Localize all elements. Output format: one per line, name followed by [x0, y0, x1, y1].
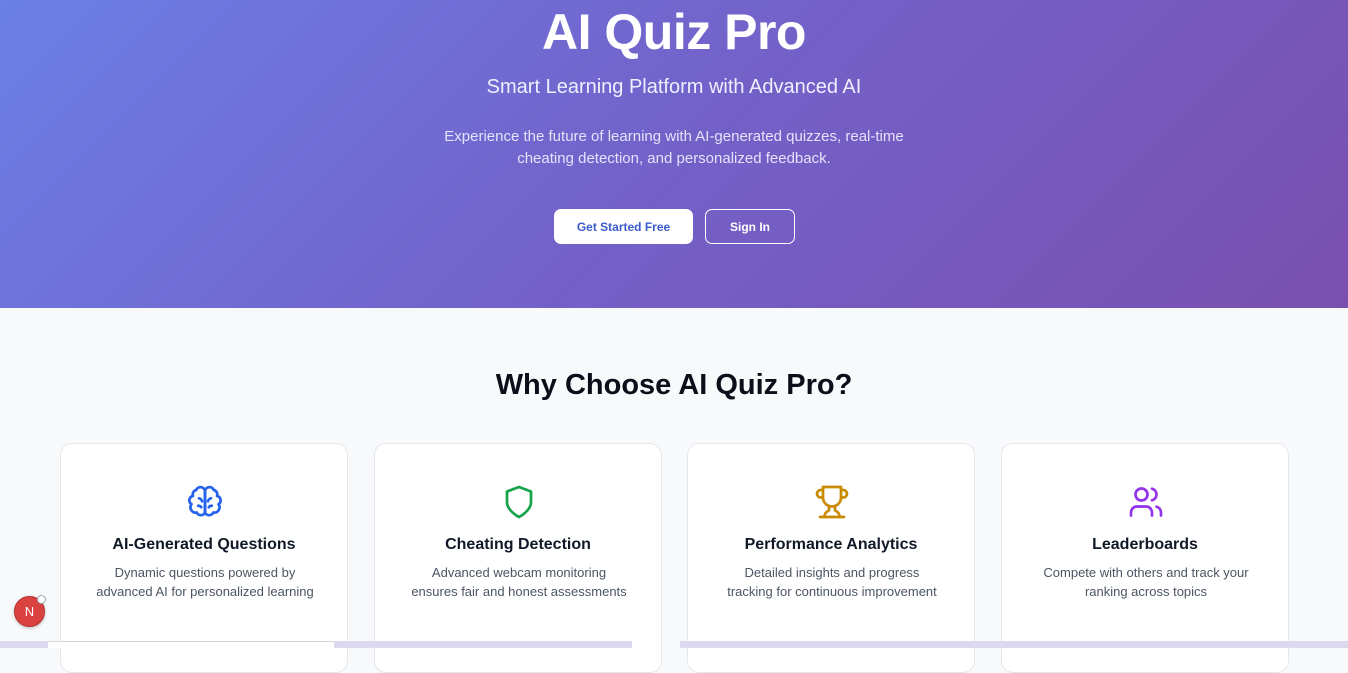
feature-card-description: Detailed insights and progress tracking … — [727, 565, 937, 599]
hero-description: Experience the future of learning with A… — [444, 128, 904, 167]
feature-card-cheating-detection: Cheating Detection Advanced webcam monit… — [374, 443, 662, 673]
feature-card-description: Advanced webcam monitoring ensures fair … — [411, 565, 627, 599]
bottom-strip-segment — [680, 641, 1348, 648]
notification-dot — [37, 595, 46, 604]
feature-card-description: Dynamic questions powered by advanced AI… — [96, 565, 314, 599]
hero-subtitle: Smart Learning Platform with Advanced AI — [486, 76, 862, 98]
feature-card-title: Leaderboards — [1092, 536, 1198, 553]
feature-card-title: Performance Analytics — [744, 536, 918, 553]
bottom-strip-segment — [334, 641, 632, 648]
feature-card-title: AI-Generated Questions — [112, 536, 296, 553]
hero-section: AI Quiz Pro Smart Learning Platform with… — [0, 0, 1348, 308]
feature-card-leaderboards: Leaderboards Compete with others and tra… — [1001, 443, 1289, 673]
shield-icon — [505, 485, 533, 519]
feature-card-description: Compete with others and track your ranki… — [1043, 565, 1249, 599]
bottom-strip-segment — [0, 641, 48, 648]
feature-card-title: Cheating Detection — [445, 536, 591, 553]
trophy-icon — [815, 485, 849, 519]
hero-title: AI Quiz Pro — [542, 4, 806, 60]
dev-tools-badge[interactable]: N — [14, 595, 46, 627]
sign-in-button[interactable]: Sign In — [705, 209, 795, 244]
brain-icon — [188, 485, 222, 517]
users-icon — [1129, 487, 1163, 517]
feature-card-ai-questions: AI-Generated Questions Dynamic questions… — [60, 443, 348, 673]
features-title: Why Choose AI Quiz Pro? — [495, 369, 853, 401]
badge-letter: N — [24, 604, 35, 619]
bottom-strip-segment — [48, 641, 334, 648]
get-started-button[interactable]: Get Started Free — [554, 209, 693, 244]
feature-card-performance-analytics: Performance Analytics Detailed insights … — [687, 443, 975, 673]
